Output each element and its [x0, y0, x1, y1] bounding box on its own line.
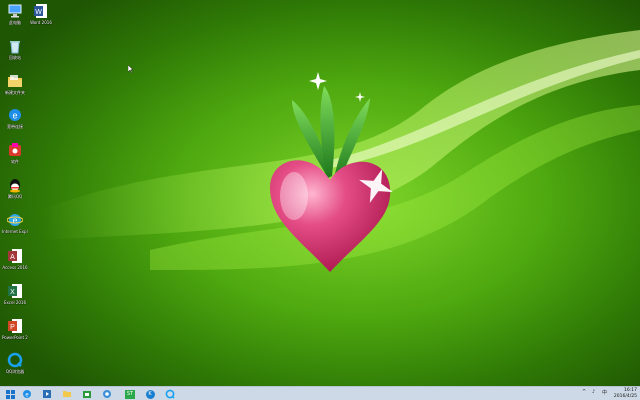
svg-text:P: P	[10, 324, 15, 331]
desktop-icon-folder[interactable]: 新建文件夹	[2, 73, 28, 95]
desktop-icon-internet-explorer[interactable]: e Internet Explorer	[2, 212, 28, 234]
desktop-icon-label: 宽带连接	[7, 124, 23, 129]
explorer-taskbar-button[interactable]	[60, 388, 74, 400]
access-icon: A	[7, 248, 23, 264]
qq-browser-icon	[7, 352, 23, 368]
store-icon	[83, 391, 91, 398]
ie-taskbar-icon: e	[23, 390, 31, 399]
swoosh-highlight	[330, 50, 640, 168]
folder-icon	[7, 73, 23, 89]
qq-icon	[7, 177, 23, 193]
ie2-icon: e	[6, 212, 24, 228]
desktop-icon-label: Access 2016	[2, 265, 28, 270]
ie-taskbar-button[interactable]: e	[20, 388, 34, 400]
sparkle-right	[355, 92, 365, 102]
desktop-icon-qq-browser[interactable]: QQ浏览器	[2, 352, 28, 374]
desktop-icon-recycle-bin[interactable]: 回收站	[2, 38, 28, 60]
desktop-icon-label: QQ浏览器	[5, 369, 25, 374]
desktop-icon-label: 此电脑	[9, 20, 21, 25]
network-taskbar-button[interactable]	[100, 388, 114, 400]
software-icon	[7, 142, 23, 158]
svg-text:e: e	[12, 111, 17, 121]
desktop-icon-label: Excel 2016	[3, 300, 27, 305]
desktop[interactable]: 此电脑 W Word 2016 回收站 新建文件夹 e 宽带连接 软件 腾讯QQ	[0, 0, 640, 386]
computer-icon	[7, 3, 23, 19]
desktop-icon-this-pc[interactable]: 此电脑	[2, 3, 28, 25]
file-explorer-icon	[63, 391, 71, 397]
app-taskbar-button[interactable]: ST	[123, 388, 137, 400]
desktop-icon-software[interactable]: 软件	[2, 142, 28, 164]
browser-taskbar-button[interactable]	[163, 388, 177, 400]
desktop-icon-label: PowerPoint 2016	[2, 335, 28, 340]
desktop-icon-excel[interactable]: X Excel 2016	[2, 283, 28, 305]
taskbar: e ST K ^ ♪ 中 16:17 2016/4/25	[0, 386, 640, 400]
desktop-icon-label: 腾讯QQ	[7, 194, 23, 199]
st-app-icon: ST	[125, 389, 135, 399]
powerpoint-icon: P	[7, 318, 23, 334]
desktop-icon-qq[interactable]: 腾讯QQ	[2, 177, 28, 199]
desktop-icon-label: 软件	[11, 159, 19, 164]
tray-overflow-icon[interactable]: ^	[582, 389, 586, 395]
word-icon: W	[33, 3, 49, 19]
wallpaper	[40, 30, 640, 272]
store-taskbar-button[interactable]	[80, 388, 94, 400]
svg-text:A: A	[10, 254, 15, 261]
desktop-icon-label: 新建文件夹	[5, 90, 25, 95]
recycle-bin-icon	[7, 38, 23, 54]
k-app-taskbar-button[interactable]: K	[143, 388, 157, 400]
ime-indicator[interactable]: 中	[602, 389, 607, 396]
desktop-icon-powerpoint[interactable]: P PowerPoint 2016	[2, 318, 28, 340]
svg-text:W: W	[35, 9, 42, 16]
desktop-icon-broadband[interactable]: e 宽带连接	[2, 107, 28, 129]
desktop-icon-label: Internet Explorer	[2, 229, 28, 234]
browser-icon	[165, 389, 175, 399]
clock-date: 2016/4/25	[613, 393, 637, 399]
desktop-icon-label: 回收站	[9, 55, 21, 60]
svg-text:X: X	[10, 289, 15, 296]
desktop-icon-word[interactable]: W Word 2016	[28, 3, 54, 25]
windows-logo-icon	[5, 389, 15, 399]
media-player-icon	[43, 390, 51, 398]
media-taskbar-button[interactable]	[40, 388, 54, 400]
excel-icon: X	[7, 283, 23, 299]
k-app-icon: K	[145, 389, 155, 399]
start-button[interactable]	[3, 388, 17, 400]
network-app-icon	[103, 390, 111, 398]
desktop-icon-label: Word 2016	[30, 20, 52, 25]
desktop-icon-access[interactable]: A Access 2016	[2, 248, 28, 270]
volume-icon[interactable]: ♪	[592, 389, 595, 395]
clock[interactable]: 16:17 2016/4/25	[614, 388, 637, 399]
ie-icon: e	[7, 107, 23, 123]
